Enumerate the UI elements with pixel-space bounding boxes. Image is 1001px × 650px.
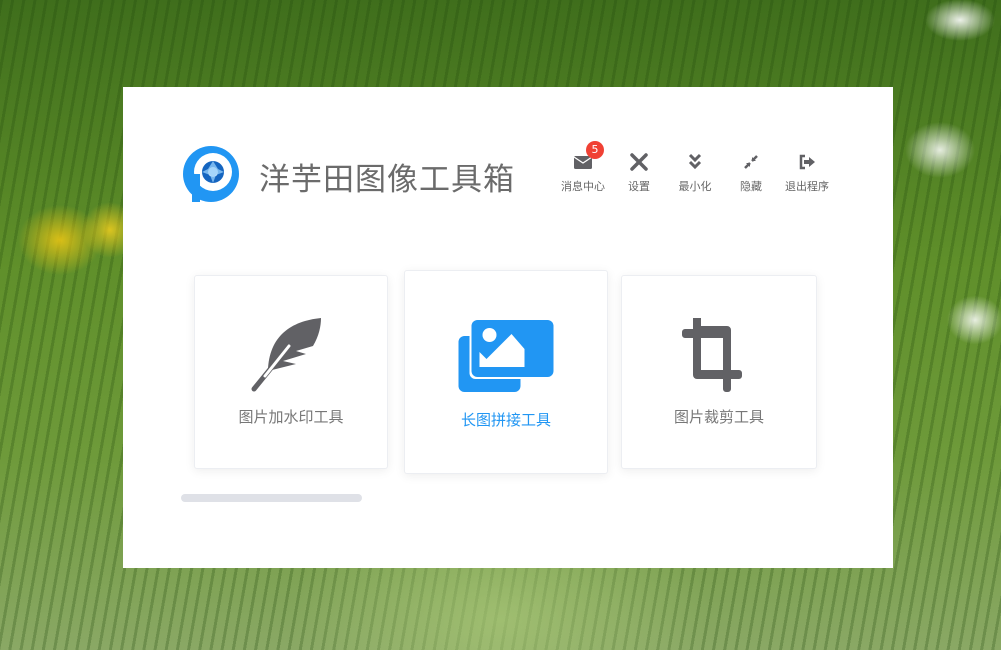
hide-label: 隐藏 [740, 178, 762, 194]
hide-button[interactable]: 隐藏 [723, 152, 779, 194]
messages-button[interactable]: 5 消息中心 [555, 152, 611, 194]
watermark-tool-card[interactable]: 图片加水印工具 [194, 275, 388, 469]
minimize-button[interactable]: 最小化 [667, 152, 723, 194]
window-toolbar: 5 消息中心 设置 最小化 隐藏 退出程序 [555, 152, 835, 194]
feather-icon [251, 316, 331, 396]
main-window: 洋芋田图像工具箱 5 消息中心 设置 最小化 隐藏 退出程序 图片 [123, 87, 893, 568]
wrench-screwdriver-icon [629, 152, 649, 172]
settings-label: 设置 [628, 178, 650, 194]
watermark-tool-label: 图片加水印工具 [195, 406, 387, 427]
exit-button[interactable]: 退出程序 [779, 152, 835, 194]
app-title: 洋芋田图像工具箱 [259, 154, 515, 199]
app-logo-icon [181, 144, 241, 204]
message-count-badge: 5 [586, 141, 604, 159]
images-icon [459, 319, 554, 394]
crop-icon [679, 316, 759, 396]
messages-label: 消息中心 [561, 178, 605, 194]
horizontal-scrollbar[interactable] [181, 494, 362, 502]
settings-button[interactable]: 设置 [611, 152, 667, 194]
crop-tool-card[interactable]: 图片裁剪工具 [621, 275, 817, 469]
exit-label: 退出程序 [785, 178, 829, 194]
stitch-tool-card[interactable]: 长图拼接工具 [404, 270, 608, 474]
crop-tool-label: 图片裁剪工具 [622, 406, 816, 427]
sign-out-icon [797, 152, 817, 172]
compress-icon [741, 152, 761, 172]
minimize-label: 最小化 [679, 178, 712, 194]
stitch-tool-label: 长图拼接工具 [405, 409, 607, 430]
double-chevron-down-icon [685, 152, 705, 172]
